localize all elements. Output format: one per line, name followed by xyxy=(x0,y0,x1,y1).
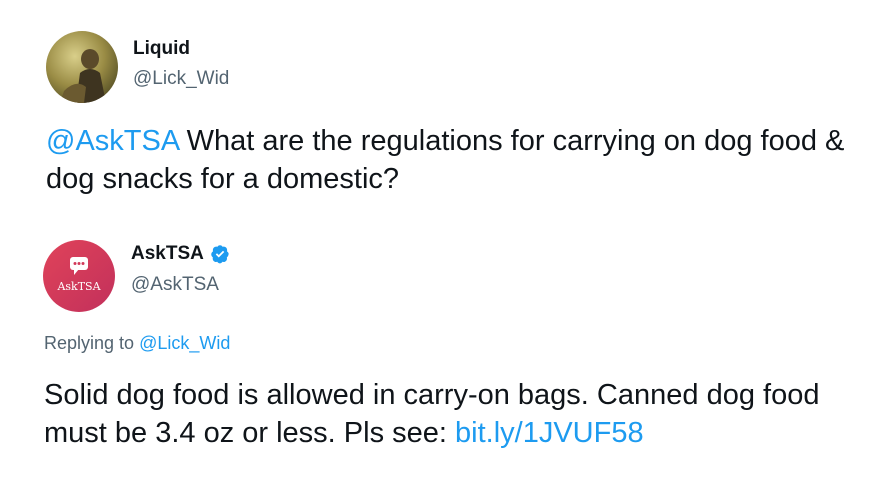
author-handle[interactable]: @Lick_Wid xyxy=(133,68,229,90)
tweet-text: Solid dog food is allowed in carry-on ba… xyxy=(44,377,874,452)
avatar-liquid-image xyxy=(46,31,118,103)
verified-badge-icon xyxy=(211,245,229,264)
url-link[interactable]: bit.ly/1JVUF58 xyxy=(455,417,644,449)
author-name-row: AskTSA xyxy=(131,243,230,265)
asktsa-logo-icon: AskTSA xyxy=(43,240,115,312)
avatar-liquid[interactable] xyxy=(46,31,118,103)
replying-to-link[interactable]: @Lick_Wid xyxy=(139,333,230,353)
avatar-asktsa[interactable]: AskTSA xyxy=(43,240,115,312)
author-name[interactable]: Liquid xyxy=(133,38,190,60)
tweet-text: @AskTSA What are the regulations for car… xyxy=(46,123,866,198)
replying-to-label: Replying to xyxy=(44,333,140,353)
avatar-label: AskTSA xyxy=(56,280,101,293)
mention-link[interactable]: @AskTSA xyxy=(46,125,179,157)
author-name[interactable]: AskTSA xyxy=(131,243,204,265)
author-handle[interactable]: @AskTSA xyxy=(131,274,219,296)
tweet-text-body: Solid dog food is allowed in carry-on ba… xyxy=(44,379,820,449)
replying-to: Replying to @Lick_Wid xyxy=(44,333,230,354)
